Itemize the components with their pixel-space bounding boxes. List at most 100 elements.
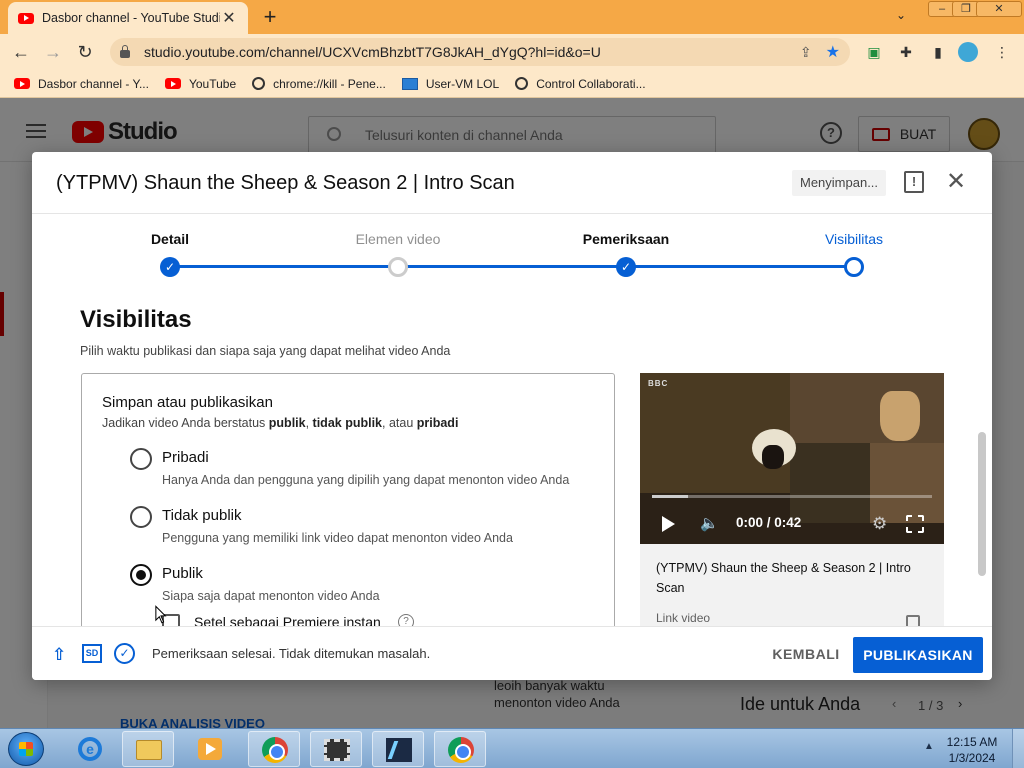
step-label-video-elements[interactable]: Elemen video — [356, 231, 441, 247]
media-player-icon — [198, 738, 222, 760]
close-window-button[interactable]: ✕ — [976, 1, 1022, 17]
side-panel-icon[interactable]: ▮ — [928, 42, 948, 62]
bookmark-item[interactable]: User-VM LOL — [401, 77, 499, 91]
video-link-label: Link video — [656, 611, 711, 625]
copy-icon[interactable] — [906, 615, 920, 626]
clock-date: 1/3/2024 — [948, 751, 996, 765]
video-progress-fill — [652, 495, 689, 498]
play-icon[interactable] — [662, 516, 675, 532]
address-bar[interactable]: studio.youtube.com/channel/UCXVcmBhzbtT7… — [110, 38, 850, 66]
option-label: Pribadi — [162, 449, 209, 466]
step-active-dot[interactable] — [844, 257, 864, 277]
browser-tab-active[interactable]: Dasbor channel - YouTube Studio ✕ — [8, 2, 248, 34]
radio-button-public[interactable] — [130, 564, 152, 586]
video-editor-icon — [386, 738, 412, 762]
feedback-icon[interactable]: ! — [904, 171, 924, 193]
youtube-icon — [14, 78, 30, 89]
visibility-subtitle: Pilih waktu publikasi dan siapa saja yan… — [80, 344, 451, 358]
bookmark-item[interactable]: Dasbor channel - Y... — [14, 77, 149, 91]
upload-icon[interactable]: ⇧ — [52, 645, 66, 665]
mouse-cursor-icon — [155, 605, 167, 624]
monitor-icon — [401, 77, 418, 90]
taskbar-media-player[interactable] — [184, 731, 236, 767]
option-label: Tidak publik — [162, 507, 242, 524]
chrome-icon — [448, 737, 474, 763]
radio-button-unlisted[interactable] — [130, 506, 152, 528]
tab-search-chevron-icon[interactable]: ⌄ — [896, 8, 906, 22]
new-tab-button[interactable]: + — [258, 4, 282, 30]
start-button[interactable] — [8, 732, 44, 766]
upload-stepper: Detail Elemen video Pemeriksaan Visibili… — [32, 214, 992, 284]
close-tab-icon[interactable]: ✕ — [220, 8, 238, 28]
address-url[interactable]: studio.youtube.com/channel/UCXVcmBhzbtT7… — [144, 44, 786, 60]
taskbar-file-explorer[interactable] — [122, 731, 174, 767]
step-skipped-dot[interactable] — [388, 257, 408, 277]
video-frame — [870, 443, 944, 523]
fullscreen-icon[interactable] — [906, 515, 924, 533]
step-label-detail[interactable]: Detail — [151, 231, 189, 247]
saving-status-chip: Menyimpan... — [792, 170, 887, 196]
option-description: Pengguna yang memiliki link video dapat … — [162, 531, 513, 545]
chrome-icon — [262, 737, 288, 763]
tray-expand-icon[interactable]: ▲ — [924, 741, 934, 752]
taskbar-movie-maker[interactable] — [310, 731, 362, 767]
taskbar-video-editor[interactable] — [372, 731, 424, 767]
bookmark-star-icon[interactable]: ★ — [826, 42, 840, 62]
dialog-footer: ⇧ SD ✓ Pemeriksaan selesai. Tidak ditemu… — [32, 626, 992, 680]
reload-icon[interactable]: ↻ — [74, 41, 96, 63]
close-dialog-icon[interactable]: ✕ — [944, 168, 968, 196]
clock-time: 12:15 AM — [946, 735, 998, 749]
taskbar-chrome[interactable] — [248, 731, 300, 767]
kebab-menu-icon[interactable]: ⋮ — [992, 42, 1012, 62]
channel-watermark: BBC — [648, 379, 669, 388]
publish-box-title: Simpan atau publikasikan — [102, 394, 273, 411]
video-frame — [790, 443, 870, 523]
sheep-face — [762, 445, 784, 469]
option-description: Hanya Anda dan pengguna yang dipilih yan… — [162, 473, 570, 487]
sd-quality-icon[interactable]: SD — [82, 644, 102, 663]
step-label-visibility[interactable]: Visibilitas — [825, 231, 883, 247]
video-progress-bar[interactable] — [652, 495, 932, 498]
video-frame — [790, 373, 944, 443]
help-icon[interactable]: ? — [398, 614, 414, 626]
windows-taskbar: e ▲ 12:15 AM 1/3/2024 — [0, 728, 1024, 768]
forward-arrow-icon[interactable]: → — [42, 41, 64, 63]
bookmark-item[interactable]: chrome://kill - Pene... — [252, 77, 386, 91]
back-button[interactable]: KEMBALI — [766, 637, 846, 671]
lock-icon[interactable] — [120, 45, 130, 58]
option-label: Publik — [162, 565, 203, 582]
taskbar-clock[interactable]: 12:15 AM 1/3/2024 — [946, 734, 998, 766]
extension-icon[interactable]: ▣ — [864, 42, 884, 62]
taskbar-internet-explorer[interactable]: e — [64, 731, 116, 767]
video-preview-card: BBC 🔈 0:00 / 0:42 ⚙ (YTPMV) Shaun the Sh… — [640, 373, 944, 626]
publish-button[interactable]: PUBLIKASIKAN — [853, 637, 983, 673]
video-player[interactable]: BBC 🔈 0:00 / 0:42 ⚙ — [640, 373, 944, 544]
internet-explorer-icon: e — [78, 737, 102, 761]
share-icon[interactable]: ⇪ — [800, 44, 812, 61]
checks-complete-icon[interactable]: ✓ — [114, 643, 135, 664]
gear-icon[interactable]: ⚙ — [872, 514, 887, 534]
browser-toolbar: ← → ↻ studio.youtube.com/channel/UCXVcmB… — [0, 34, 1024, 70]
step-label-checks[interactable]: Pemeriksaan — [583, 231, 669, 247]
taskbar-chrome-window[interactable] — [434, 731, 486, 767]
dialog-header: (YTPMV) Shaun the Sheep & Season 2 | Int… — [32, 152, 992, 214]
profile-avatar[interactable] — [958, 42, 978, 62]
dog-figure — [880, 391, 920, 441]
bookmark-item[interactable]: YouTube — [164, 77, 236, 91]
step-done-check-icon[interactable]: ✓ — [160, 257, 180, 277]
show-desktop-button[interactable] — [1012, 729, 1024, 768]
publish-options-box: Simpan atau publikasikan Jadikan video A… — [81, 373, 615, 626]
globe-icon — [252, 77, 266, 90]
youtube-icon — [18, 12, 34, 24]
puzzle-icon[interactable]: ✚ — [896, 42, 916, 62]
radio-button-private[interactable] — [130, 448, 152, 470]
volume-icon[interactable]: 🔈 — [700, 515, 719, 533]
youtube-icon — [164, 78, 181, 89]
bookmark-item[interactable]: Control Collaborati... — [515, 77, 646, 91]
folder-icon — [136, 740, 162, 760]
back-arrow-icon[interactable]: ← — [10, 41, 32, 63]
step-done-check-icon[interactable]: ✓ — [616, 257, 636, 277]
stepper-line — [170, 265, 854, 268]
publish-box-description: Jadikan video Anda berstatus publik, tid… — [102, 416, 459, 430]
content-scrollbar[interactable] — [978, 432, 986, 576]
